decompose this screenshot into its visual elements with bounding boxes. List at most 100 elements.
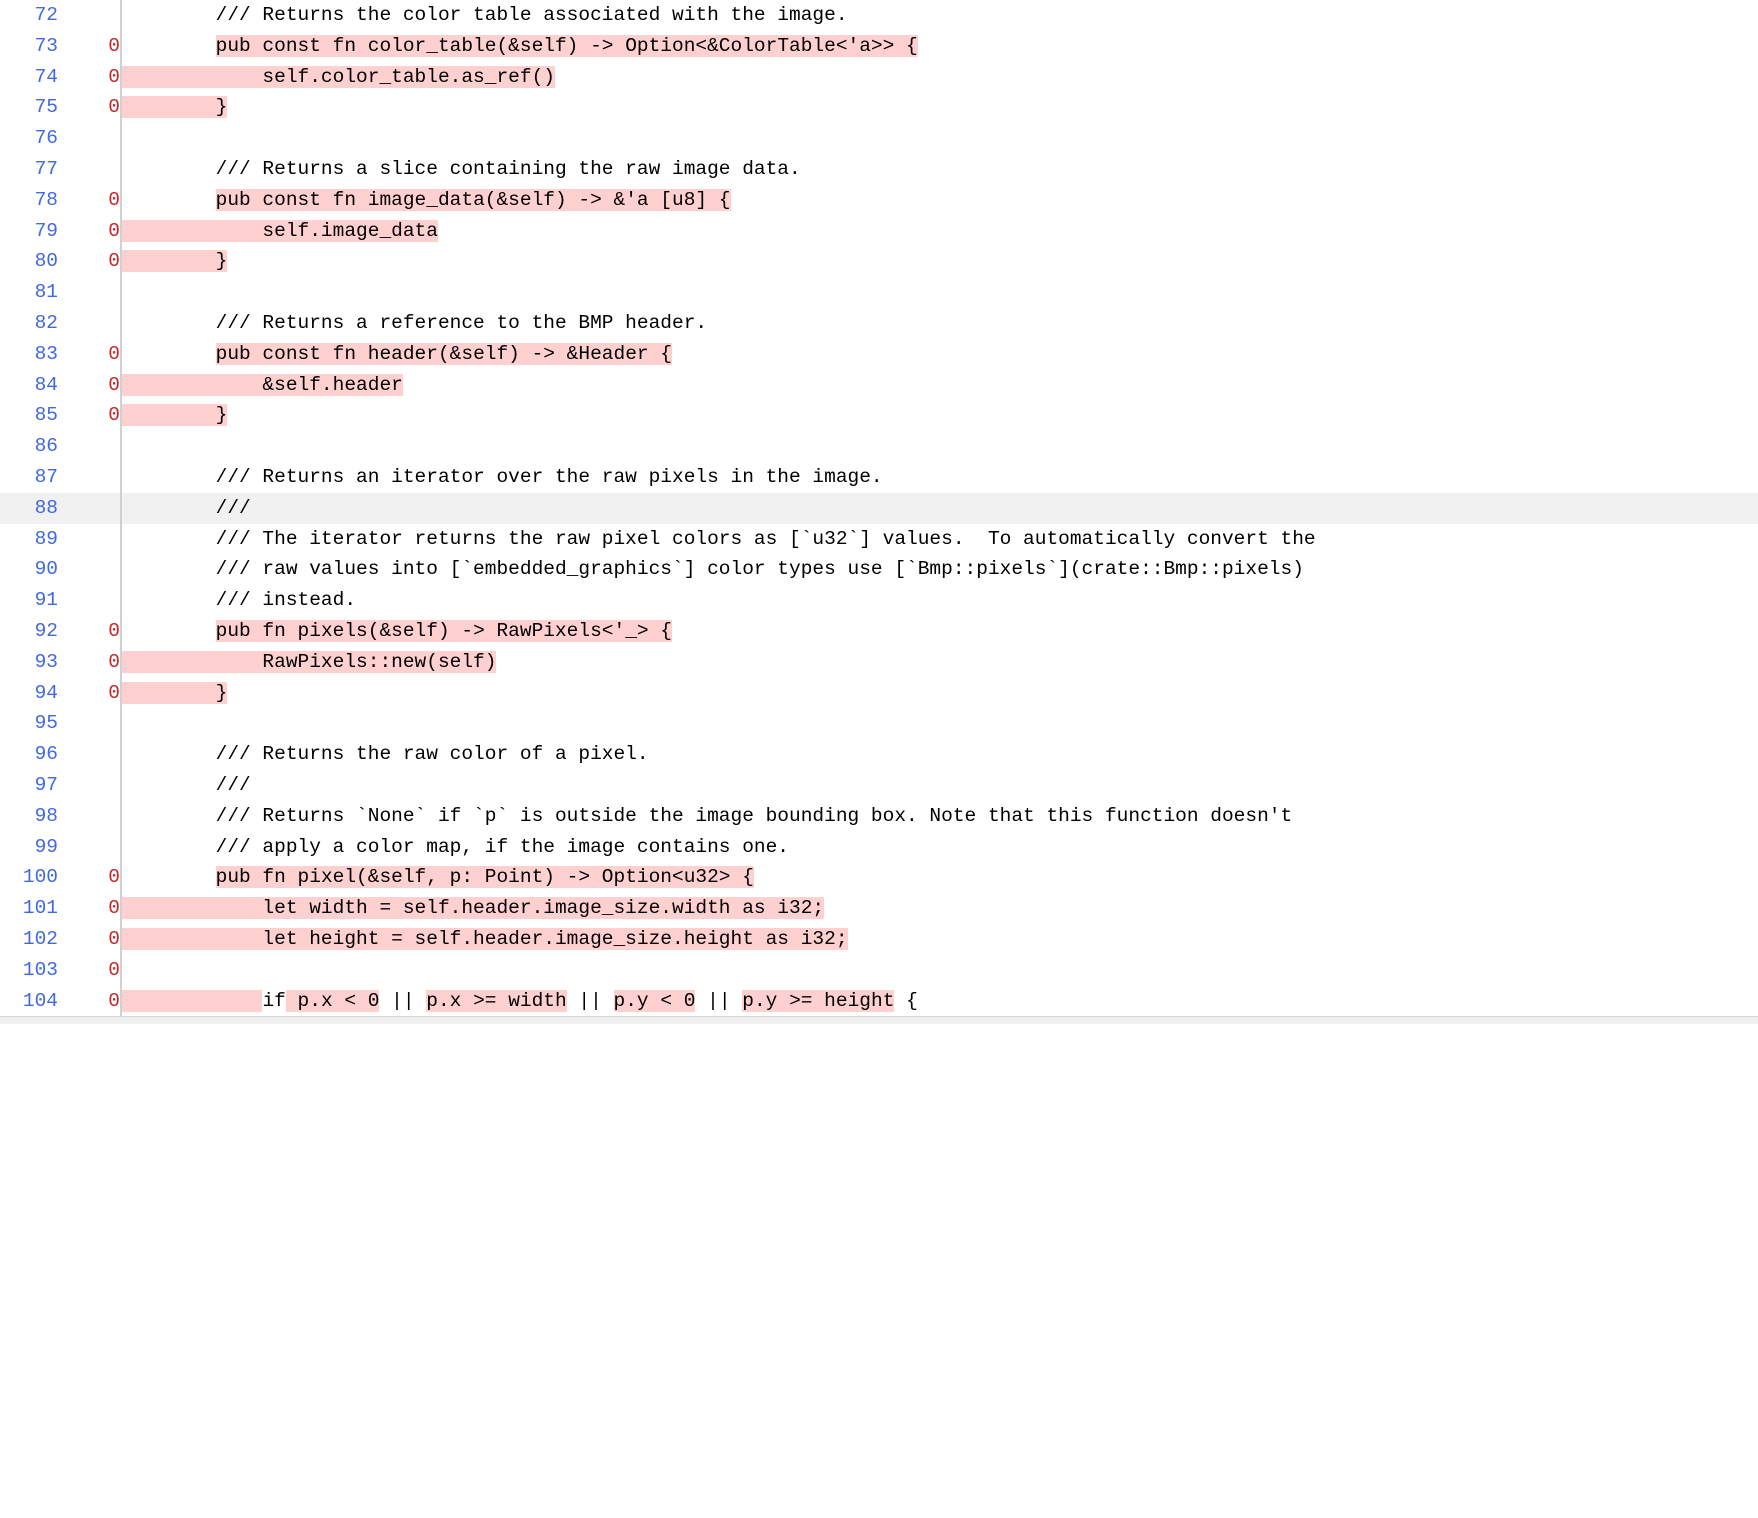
code-content[interactable]: /// [122, 770, 1758, 801]
line-number[interactable]: 101 [0, 893, 58, 924]
line-number[interactable]: 104 [0, 986, 58, 1017]
code-content[interactable]: } [122, 400, 1758, 431]
code-content[interactable] [122, 277, 1758, 308]
line-number[interactable]: 86 [0, 431, 58, 462]
line-number[interactable]: 85 [0, 400, 58, 431]
code-content[interactable]: pub fn pixel(&self, p: Point) -> Option<… [122, 862, 1758, 893]
code-line[interactable]: 750 } [0, 92, 1758, 123]
code-content[interactable] [122, 431, 1758, 462]
code-line[interactable]: 840 &self.header [0, 370, 1758, 401]
line-number[interactable]: 102 [0, 924, 58, 955]
code-content[interactable]: /// [122, 493, 1758, 524]
line-number[interactable]: 82 [0, 308, 58, 339]
line-number[interactable]: 75 [0, 92, 58, 123]
code-line[interactable]: 1020 let height = self.header.image_size… [0, 924, 1758, 955]
line-number[interactable]: 79 [0, 216, 58, 247]
line-number[interactable]: 97 [0, 770, 58, 801]
code-content[interactable]: } [122, 678, 1758, 709]
line-number[interactable]: 100 [0, 862, 58, 893]
line-number[interactable]: 76 [0, 123, 58, 154]
line-number[interactable]: 93 [0, 647, 58, 678]
code-line[interactable]: 1030 [0, 955, 1758, 986]
code-line[interactable]: 850 } [0, 400, 1758, 431]
code-content[interactable]: self.color_table.as_ref() [122, 62, 1758, 93]
code-content[interactable]: } [122, 92, 1758, 123]
line-number[interactable]: 83 [0, 339, 58, 370]
code-line[interactable]: 940 } [0, 678, 1758, 709]
line-number[interactable]: 73 [0, 31, 58, 62]
line-number[interactable]: 98 [0, 801, 58, 832]
code-line[interactable]: 87 /// Returns an iterator over the raw … [0, 462, 1758, 493]
code-line[interactable]: 86 [0, 431, 1758, 462]
code-line[interactable]: 77 /// Returns a slice containing the ra… [0, 154, 1758, 185]
line-number[interactable]: 80 [0, 246, 58, 277]
line-number[interactable]: 92 [0, 616, 58, 647]
code-content[interactable]: /// Returns the color table associated w… [122, 0, 1758, 31]
line-number[interactable]: 84 [0, 370, 58, 401]
code-line[interactable]: 76 [0, 123, 1758, 154]
code-line[interactable]: 99 /// apply a color map, if the image c… [0, 832, 1758, 863]
code-line[interactable]: 88 /// [0, 493, 1758, 524]
code-line[interactable]: 790 self.image_data [0, 216, 1758, 247]
code-content[interactable]: RawPixels::new(self) [122, 647, 1758, 678]
code-line[interactable]: 72 /// Returns the color table associate… [0, 0, 1758, 31]
code-line[interactable]: 1010 let width = self.header.image_size.… [0, 893, 1758, 924]
code-content[interactable]: /// The iterator returns the raw pixel c… [122, 524, 1758, 555]
code-line[interactable]: 1040 if p.x < 0 || p.x >= width || p.y <… [0, 986, 1758, 1017]
code-content[interactable]: self.image_data [122, 216, 1758, 247]
code-line[interactable]: 780 pub const fn image_data(&self) -> &'… [0, 185, 1758, 216]
line-number[interactable]: 90 [0, 554, 58, 585]
code-line[interactable]: 730 pub const fn color_table(&self) -> O… [0, 31, 1758, 62]
code-content[interactable]: /// raw values into [`embedded_graphics`… [122, 554, 1758, 585]
code-line[interactable]: 95 [0, 708, 1758, 739]
code-content[interactable]: pub const fn image_data(&self) -> &'a [u… [122, 185, 1758, 216]
code-line[interactable]: 920 pub fn pixels(&self) -> RawPixels<'_… [0, 616, 1758, 647]
line-number[interactable]: 89 [0, 524, 58, 555]
code-content[interactable]: &self.header [122, 370, 1758, 401]
code-line[interactable]: 81 [0, 277, 1758, 308]
code-line[interactable]: 1000 pub fn pixel(&self, p: Point) -> Op… [0, 862, 1758, 893]
code-line[interactable]: 89 /// The iterator returns the raw pixe… [0, 524, 1758, 555]
code-line[interactable]: 96 /// Returns the raw color of a pixel. [0, 739, 1758, 770]
line-number[interactable]: 87 [0, 462, 58, 493]
code-content[interactable]: pub const fn header(&self) -> &Header { [122, 339, 1758, 370]
code-content[interactable]: /// apply a color map, if the image cont… [122, 832, 1758, 863]
code-content[interactable] [122, 955, 1758, 986]
code-content[interactable]: let height = self.header.image_size.heig… [122, 924, 1758, 955]
code-content[interactable]: /// Returns an iterator over the raw pix… [122, 462, 1758, 493]
code-line[interactable]: 82 /// Returns a reference to the BMP he… [0, 308, 1758, 339]
code-line[interactable]: 930 RawPixels::new(self) [0, 647, 1758, 678]
line-number[interactable]: 77 [0, 154, 58, 185]
code-content[interactable] [122, 123, 1758, 154]
code-content[interactable]: if p.x < 0 || p.x >= width || p.y < 0 ||… [122, 986, 1758, 1017]
bottom-scrollbar-track[interactable] [0, 1016, 1758, 1024]
line-number[interactable]: 74 [0, 62, 58, 93]
line-number[interactable]: 91 [0, 585, 58, 616]
code-content[interactable]: /// Returns a slice containing the raw i… [122, 154, 1758, 185]
line-number[interactable]: 88 [0, 493, 58, 524]
code-line[interactable]: 98 /// Returns `None` if `p` is outside … [0, 801, 1758, 832]
code-line[interactable]: 740 self.color_table.as_ref() [0, 62, 1758, 93]
code-line[interactable]: 91 /// instead. [0, 585, 1758, 616]
line-number[interactable]: 78 [0, 185, 58, 216]
code-content[interactable]: pub fn pixels(&self) -> RawPixels<'_> { [122, 616, 1758, 647]
code-line[interactable]: 830 pub const fn header(&self) -> &Heade… [0, 339, 1758, 370]
code-content[interactable]: pub const fn color_table(&self) -> Optio… [122, 31, 1758, 62]
line-number[interactable]: 72 [0, 0, 58, 31]
line-number[interactable]: 99 [0, 832, 58, 863]
code-content[interactable]: /// instead. [122, 585, 1758, 616]
code-content[interactable]: /// Returns a reference to the BMP heade… [122, 308, 1758, 339]
line-number[interactable]: 81 [0, 277, 58, 308]
line-number[interactable]: 96 [0, 739, 58, 770]
code-content[interactable]: let width = self.header.image_size.width… [122, 893, 1758, 924]
code-content[interactable] [122, 708, 1758, 739]
code-content[interactable]: /// Returns the raw color of a pixel. [122, 739, 1758, 770]
line-number[interactable]: 95 [0, 708, 58, 739]
line-number[interactable]: 103 [0, 955, 58, 986]
code-line[interactable]: 90 /// raw values into [`embedded_graphi… [0, 554, 1758, 585]
code-line[interactable]: 800 } [0, 246, 1758, 277]
code-line[interactable]: 97 /// [0, 770, 1758, 801]
code-content[interactable]: /// Returns `None` if `p` is outside the… [122, 801, 1758, 832]
line-number[interactable]: 94 [0, 678, 58, 709]
code-content[interactable]: } [122, 246, 1758, 277]
